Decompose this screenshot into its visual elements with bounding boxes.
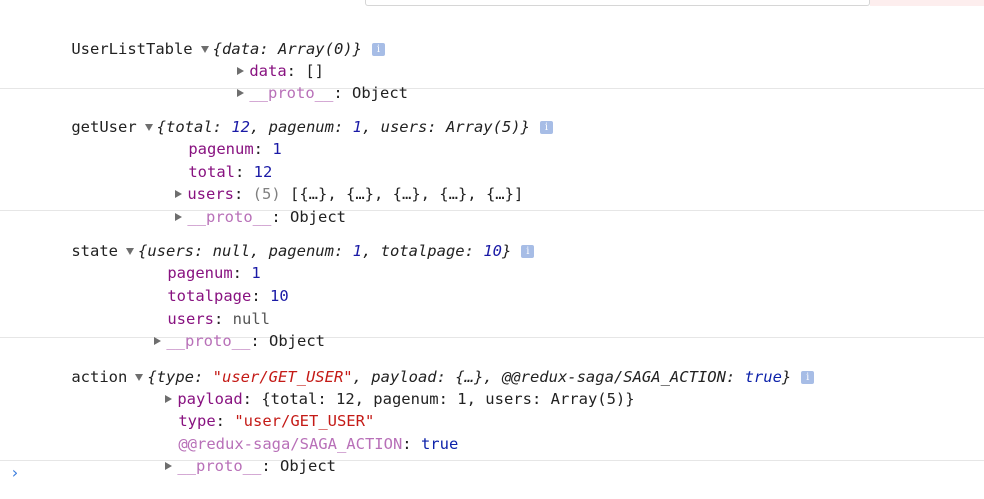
- console-toolbar-edge: [0, 0, 984, 6]
- property-row: pagenum: 1: [167, 264, 261, 282]
- property-row: @@redux-saga/SAGA_ACTION: true: [178, 435, 459, 453]
- error-strip: [870, 0, 984, 6]
- property-row[interactable]: __proto__: Object: [200, 60, 408, 102]
- property-row: total: 12: [188, 163, 273, 181]
- property-row: totalpage: 10: [167, 287, 289, 305]
- log-label: state: [71, 242, 118, 260]
- info-icon[interactable]: i: [521, 245, 535, 258]
- log-line: UserListTable {data: Array(0)} i: [34, 16, 385, 58]
- log-entry-userlisttable: UserListTable {data: Array(0)} i data: [] …: [0, 12, 984, 102]
- property-row: type: "user/GET_USER": [178, 412, 375, 430]
- log-line: state {users: null, pagenum: 1, totalpage…: [34, 218, 535, 260]
- log-line: getUser {total: 12, pagenum: 1, users: Ar…: [34, 94, 553, 136]
- info-icon[interactable]: i: [371, 43, 385, 56]
- property-row[interactable]: __proto__: Object: [117, 308, 325, 350]
- info-icon[interactable]: i: [801, 371, 815, 384]
- property-row[interactable]: __proto__: Object: [138, 184, 346, 226]
- collapsed-arrow-icon[interactable]: [165, 462, 173, 470]
- log-entry-getuser: getUser {total: 12, pagenum: 1, users: Ar…: [0, 89, 984, 226]
- property-row: users: null: [167, 310, 270, 328]
- log-label: getUser: [71, 118, 137, 136]
- property-row[interactable]: data: []: [200, 38, 324, 80]
- log-label: action: [71, 368, 128, 386]
- property-row[interactable]: users: (5) [{…}, {…}, {…}, {…}, {…}]: [138, 161, 523, 203]
- log-label: UserListTable: [71, 40, 193, 58]
- property-row[interactable]: payload: {total: 12, pagenum: 1, users: …: [128, 366, 635, 408]
- property-row: pagenum: 1: [188, 140, 282, 158]
- log-line: action {type: "user/GET_USER", payload: {…: [34, 344, 815, 386]
- console-prompt-icon[interactable]: ›: [10, 462, 20, 484]
- filter-bar[interactable]: [365, 0, 870, 6]
- log-entry-action: action {type: "user/GET_USER", payload: {…: [0, 338, 984, 475]
- log-entry-state: state {users: null, pagenum: 1, totalpage…: [0, 211, 984, 350]
- property-row[interactable]: __proto__: Object: [128, 433, 336, 475]
- info-icon[interactable]: i: [539, 121, 553, 134]
